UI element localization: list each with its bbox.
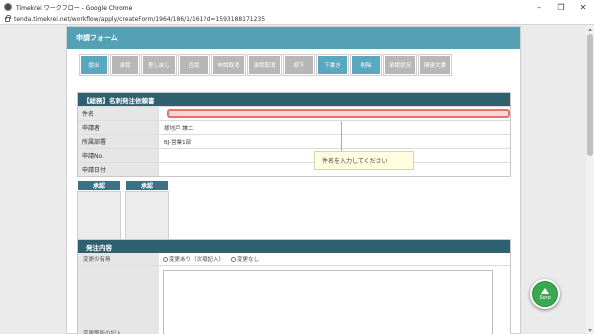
dismiss-button[interactable]: 却下 <box>284 55 314 75</box>
cancel-application-button[interactable]: 申請取消 <box>212 55 245 75</box>
form-row-department: 所属部署 BJ-営業1部 <box>78 134 510 148</box>
tooltip-connector <box>341 121 342 151</box>
change-detail-row: 変更箇所の記入 <box>78 266 510 334</box>
restore-button[interactable]: ❐ <box>550 0 572 14</box>
department-value: BJ-営業1部 <box>164 139 192 146</box>
form-row-application-date: 申請日付 <box>78 162 510 176</box>
form-row-applicant: 申請者 様地戸 謙二 <box>78 120 510 134</box>
minimize-button[interactable]: – <box>528 0 550 14</box>
form-title: 【総務】名刺発注依頼書 <box>78 93 510 106</box>
form-row-application-no: 申請No. <box>78 148 510 162</box>
panel-header: 申請フォーム <box>67 27 520 49</box>
application-date-label: 申請日付 <box>78 163 159 176</box>
window-title: Timekrei ワークフロー - Google Chrome <box>16 4 133 12</box>
order-details-section: 発注内容 変更の有無 変更あり（次項記入） 変更なし 変更箇所の記入 <box>77 239 511 334</box>
scroll-up-arrow-icon[interactable] <box>588 28 592 31</box>
window-controls: – ❐ ✕ <box>528 0 594 14</box>
change-yes-label: 変更あり（次項記入） <box>169 257 225 263</box>
approval-stamps: 承認 承認 <box>77 180 169 240</box>
order-section-title: 発注内容 <box>78 240 510 253</box>
radio-icon[interactable] <box>163 257 168 262</box>
close-button[interactable]: ✕ <box>572 0 594 14</box>
application-no-label: 申請No. <box>78 149 159 162</box>
scroll-down-arrow-icon[interactable] <box>588 329 592 332</box>
approval-stamp-box <box>77 191 121 240</box>
sero-logo-icon: Sero <box>532 281 558 307</box>
reject-button[interactable]: 否認 <box>179 55 209 75</box>
draft-button[interactable]: 下書き <box>317 55 348 75</box>
change-yes-option[interactable]: 変更あり（次項記入） <box>163 255 224 263</box>
scrollbar-thumb[interactable] <box>587 34 593 156</box>
change-presence-label: 変更の有無 <box>78 253 159 265</box>
lock-icon <box>5 14 11 22</box>
change-no-option[interactable]: 変更なし <box>231 255 259 263</box>
send-back-button[interactable]: 差し戻し <box>142 55 176 75</box>
action-button-row: 提出 承認 差し戻し 否認 申請取消 承認取消 却下 下書き 削除 承認状況 関… <box>80 55 451 75</box>
subject-input[interactable] <box>167 109 510 118</box>
sero-assistant-button[interactable]: Sero <box>530 279 560 309</box>
department-label: 所属部署 <box>78 135 159 148</box>
sero-label: Sero <box>539 294 551 301</box>
chrome-app-icon <box>4 3 12 11</box>
approval-stamp-label: 承認 <box>125 180 169 191</box>
address-bar[interactable]: tenda.timekrei.net/workflow/apply/create… <box>0 14 594 25</box>
applicant-value: 様地戸 謙二 <box>164 125 194 132</box>
url-text[interactable]: tenda.timekrei.net/workflow/apply/create… <box>14 16 265 23</box>
approval-stamp-label: 承認 <box>77 180 121 191</box>
approve-button[interactable]: 承認 <box>111 55 139 75</box>
approval-stamp-1: 承認 <box>77 180 121 240</box>
up-arrow-icon <box>541 287 549 294</box>
page-viewport: 申請フォーム 提出 承認 差し戻し 否認 申請取消 承認取消 却下 下書き 削除… <box>0 26 586 334</box>
change-detail-label: 変更箇所の記入 <box>78 266 159 334</box>
delete-button[interactable]: 削除 <box>351 55 381 75</box>
radio-icon[interactable] <box>231 257 237 262</box>
related-documents-button[interactable]: 関連文書 <box>419 55 451 75</box>
application-form-panel: 申請フォーム 提出 承認 差し戻し 否認 申請取消 承認取消 却下 下書き 削除… <box>66 26 521 334</box>
subject-label: 件名 <box>78 107 159 120</box>
window-titlebar: Timekrei ワークフロー - Google Chrome – ❐ ✕ <box>0 0 594 14</box>
approval-status-button[interactable]: 承認状況 <box>384 55 416 75</box>
submit-button[interactable]: 提出 <box>80 55 108 75</box>
approval-stamp-box <box>125 191 169 240</box>
applicant-label: 申請者 <box>78 121 159 134</box>
page-scrollbar[interactable] <box>586 26 594 334</box>
business-card-order-form: 【総務】名刺発注依頼書 件名 申請者 様地戸 謙二 所属部署 BJ-営業1部 申… <box>77 92 511 177</box>
change-detail-textarea[interactable] <box>163 270 493 334</box>
change-presence-row: 変更の有無 変更あり（次項記入） 変更なし <box>78 253 510 266</box>
cancel-approval-button[interactable]: 承認取消 <box>248 55 281 75</box>
form-row-subject: 件名 <box>78 106 510 120</box>
approval-stamp-2: 承認 <box>125 180 169 240</box>
subject-tooltip: 件名を入力してください <box>314 151 414 170</box>
change-no-label: 変更なし <box>237 257 260 263</box>
